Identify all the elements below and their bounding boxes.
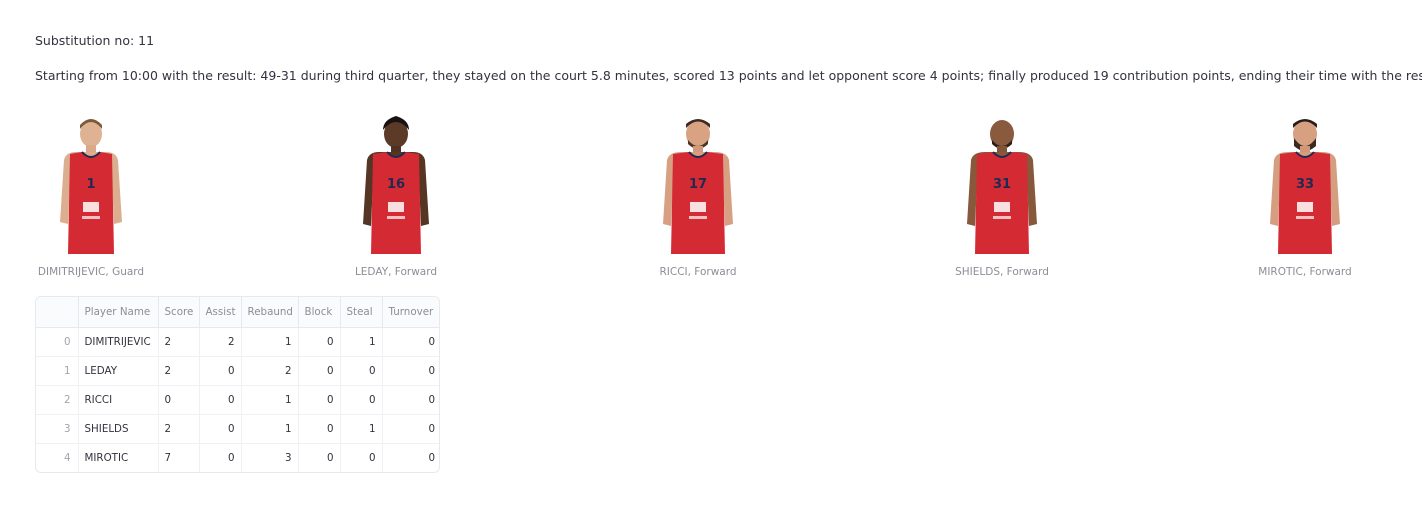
player-card-leday: 16 LEDAY, Forward xyxy=(321,112,471,278)
substitution-heading: Substitution no: 11 xyxy=(35,33,155,48)
player-caption: LEDAY, Forward xyxy=(354,266,438,278)
cell-turnover[interactable]: 0 xyxy=(382,385,439,415)
player-card-mirotic: 33 MIROTIC, Forward xyxy=(1230,112,1380,278)
cell-turnover[interactable]: 0 xyxy=(382,327,439,357)
cell-player-name[interactable]: SHIELDS xyxy=(78,414,159,444)
substitution-summary: Starting from 10:00 with the result: 49-… xyxy=(35,68,1422,83)
column-header-rebaund[interactable]: Rebaund xyxy=(241,297,299,328)
cell-turnover[interactable]: 0 xyxy=(382,443,439,472)
player-caption: SHIELDS, Forward xyxy=(955,266,1049,278)
column-header-index[interactable] xyxy=(36,297,79,328)
row-index: 4 xyxy=(36,443,79,472)
player-photo: 31 xyxy=(967,120,1037,254)
cell-player-name[interactable]: LEDAY xyxy=(78,356,159,386)
column-header-assist[interactable]: Assist xyxy=(199,297,242,328)
row-index: 2 xyxy=(36,385,79,415)
table-row[interactable]: 0 DIMITRIJEVIC 2 2 1 0 1 0 xyxy=(36,327,439,357)
player-caption: MIROTIC, Forward xyxy=(1258,266,1352,278)
player-card-shields: 31 SHIELDS, Forward xyxy=(927,112,1077,278)
svg-text:31: 31 xyxy=(993,177,1011,192)
cell-score[interactable]: 2 xyxy=(158,414,200,444)
cell-player-name[interactable]: MIROTIC xyxy=(78,443,159,472)
cell-block[interactable]: 0 xyxy=(298,327,341,357)
table-header-row: Player Name Score Assist Rebaund Block S… xyxy=(36,297,439,328)
svg-text:17: 17 xyxy=(689,177,707,192)
row-index: 1 xyxy=(36,356,79,386)
row-index: 0 xyxy=(36,327,79,357)
table-row[interactable]: 4 MIROTIC 7 0 3 0 0 0 xyxy=(36,443,439,472)
svg-text:16: 16 xyxy=(387,177,405,192)
cell-steal[interactable]: 1 xyxy=(340,327,383,357)
column-header-player-name[interactable]: Player Name xyxy=(78,297,159,328)
cell-rebaund[interactable]: 1 xyxy=(241,414,299,444)
cell-rebaund[interactable]: 2 xyxy=(241,356,299,386)
player-photo: 33 xyxy=(1270,119,1340,254)
cell-assist[interactable]: 0 xyxy=(199,356,242,386)
cell-steal[interactable]: 0 xyxy=(340,443,383,472)
table-row[interactable]: 1 LEDAY 2 0 2 0 0 0 xyxy=(36,356,439,386)
cell-block[interactable]: 0 xyxy=(298,443,341,472)
svg-text:1: 1 xyxy=(86,177,95,192)
cell-turnover[interactable]: 0 xyxy=(382,356,439,386)
cell-steal[interactable]: 0 xyxy=(340,385,383,415)
player-card-dimitrijevic: 1 DIMITRIJEVIC, Guard xyxy=(16,112,166,278)
player-caption: DIMITRIJEVIC, Guard xyxy=(37,266,145,278)
column-header-steal[interactable]: Steal xyxy=(340,297,383,328)
column-header-score[interactable]: Score xyxy=(158,297,200,328)
cell-rebaund[interactable]: 1 xyxy=(241,385,299,415)
cell-assist[interactable]: 0 xyxy=(199,414,242,444)
column-header-turnover[interactable]: Turnover xyxy=(382,297,439,328)
cell-assist[interactable]: 0 xyxy=(199,385,242,415)
cell-assist[interactable]: 2 xyxy=(199,327,242,357)
cell-player-name[interactable]: DIMITRIJEVIC xyxy=(78,327,159,357)
cell-score[interactable]: 7 xyxy=(158,443,200,472)
player-photo: 17 xyxy=(663,119,733,254)
cell-steal[interactable]: 1 xyxy=(340,414,383,444)
cell-turnover[interactable]: 0 xyxy=(382,414,439,444)
cell-rebaund[interactable]: 1 xyxy=(241,327,299,357)
stats-table[interactable]: Player Name Score Assist Rebaund Block S… xyxy=(35,296,440,473)
player-photo: 1 xyxy=(60,119,122,254)
cell-assist[interactable]: 0 xyxy=(199,443,242,472)
cell-block[interactable]: 0 xyxy=(298,414,341,444)
cell-rebaund[interactable]: 3 xyxy=(241,443,299,472)
table-row[interactable]: 2 RICCI 0 0 1 0 0 0 xyxy=(36,385,439,415)
row-index: 3 xyxy=(36,414,79,444)
cell-score[interactable]: 0 xyxy=(158,385,200,415)
player-caption: RICCI, Forward xyxy=(659,266,737,278)
cell-score[interactable]: 2 xyxy=(158,327,200,357)
cell-block[interactable]: 0 xyxy=(298,385,341,415)
player-card-ricci: 17 RICCI, Forward xyxy=(623,112,773,278)
cell-player-name[interactable]: RICCI xyxy=(78,385,159,415)
cell-block[interactable]: 0 xyxy=(298,356,341,386)
cell-steal[interactable]: 0 xyxy=(340,356,383,386)
svg-text:33: 33 xyxy=(1296,177,1314,192)
table-row[interactable]: 3 SHIELDS 2 0 1 0 1 0 xyxy=(36,414,439,444)
player-photo: 16 xyxy=(363,116,429,254)
column-header-block[interactable]: Block xyxy=(298,297,341,328)
cell-score[interactable]: 2 xyxy=(158,356,200,386)
